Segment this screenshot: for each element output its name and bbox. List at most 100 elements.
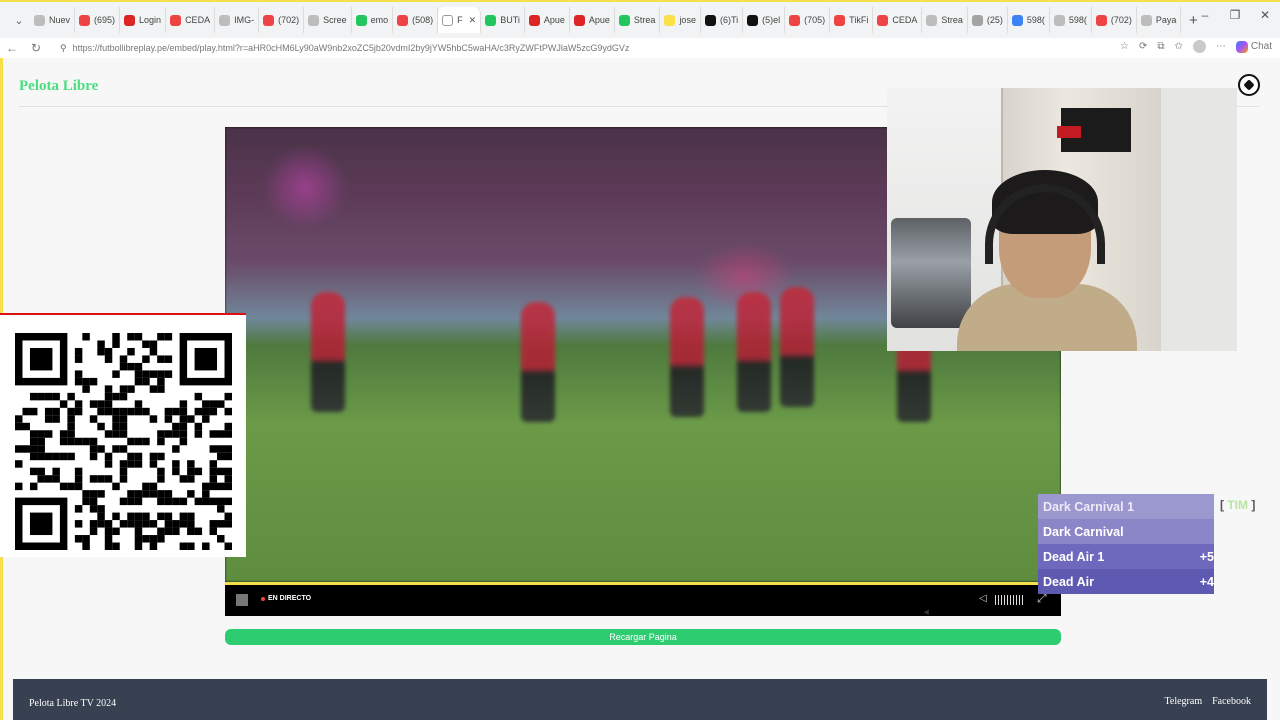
qr-module xyxy=(202,490,210,498)
qr-module xyxy=(119,475,128,483)
browser-tab[interactable]: 598( xyxy=(1050,7,1092,33)
qr-module xyxy=(224,520,232,528)
browser-tab[interactable]: Apue xyxy=(525,7,570,33)
browser-tab[interactable]: CEDA xyxy=(873,7,923,33)
bookmark-star-icon[interactable]: ☆ xyxy=(1120,41,1129,52)
qr-module xyxy=(89,520,98,528)
qr-module xyxy=(164,527,173,536)
refresh-extension-icon[interactable]: ⟳ xyxy=(1139,41,1147,52)
qr-module xyxy=(142,437,150,446)
browser-tab[interactable]: jose xyxy=(660,7,701,33)
qr-module xyxy=(164,415,173,423)
copilot-chat-button[interactable]: Chat xyxy=(1235,40,1272,53)
qr-module xyxy=(179,430,188,438)
qr-module xyxy=(119,415,128,423)
qr-module xyxy=(172,407,180,416)
qr-module xyxy=(119,430,128,438)
site-logo-text[interactable]: Pelota Libre xyxy=(19,78,98,95)
qr-module xyxy=(15,460,23,468)
browser-tab[interactable]: Apue xyxy=(570,7,615,33)
qr-module xyxy=(104,475,113,483)
qr-module xyxy=(179,400,188,408)
omnibox[interactable]: ⚲ https://futbollibreplay.pe/embed/play.… xyxy=(60,39,1120,57)
reload-icon[interactable]: ↻ xyxy=(24,41,48,55)
browser-tab[interactable]: Login xyxy=(120,7,167,33)
footer-link-telegram[interactable]: Telegram xyxy=(1164,696,1202,707)
qr-module xyxy=(74,505,83,513)
restore-icon[interactable]: ❐ xyxy=(1220,8,1250,22)
browser-tab[interactable]: (508) xyxy=(393,7,439,33)
qr-module xyxy=(157,377,165,386)
close-tab-icon[interactable]: ✕ xyxy=(469,15,477,26)
browser-tab[interactable]: F ✕ xyxy=(438,7,482,33)
qr-module xyxy=(82,437,90,446)
stop-icon[interactable] xyxy=(236,594,248,606)
chat-label: Chat xyxy=(1250,41,1272,52)
qr-module xyxy=(52,452,60,461)
qr-module xyxy=(74,520,83,528)
browser-tab[interactable]: BUTi xyxy=(481,7,525,33)
tab-label: 598( xyxy=(1068,15,1087,25)
reload-page-button[interactable]: Recargar Pagina xyxy=(225,629,1061,645)
browser-tab[interactable]: (702) xyxy=(259,7,305,33)
browser-tab[interactable]: Nuev xyxy=(30,7,76,33)
volume-slider[interactable] xyxy=(995,595,1023,605)
tab-favicon-icon xyxy=(1011,14,1023,26)
qr-module xyxy=(149,347,158,356)
browser-tab[interactable]: Paya xyxy=(1137,7,1182,33)
qr-module xyxy=(89,497,98,506)
browser-tab[interactable]: Scree xyxy=(304,7,352,33)
browser-tab[interactable]: TikFi xyxy=(830,7,874,33)
url-text[interactable]: https://futbollibreplay.pe/embed/play.ht… xyxy=(73,43,630,53)
qr-module xyxy=(119,392,128,401)
qr-module xyxy=(112,430,120,438)
browser-tab[interactable]: (5)el xyxy=(743,7,786,33)
footer-link-facebook[interactable]: Facebook xyxy=(1212,696,1251,707)
browser-tab[interactable]: (695) xyxy=(75,7,121,33)
video-figure xyxy=(521,302,555,422)
tab-search-icon[interactable]: ⌄ xyxy=(8,14,30,27)
volume-icon[interactable]: ◁ xyxy=(979,593,987,604)
profile-avatar[interactable] xyxy=(1192,40,1206,53)
live-indicator: EN DIRECTO xyxy=(261,595,311,602)
qr-module xyxy=(127,512,135,521)
qr-module xyxy=(157,385,165,393)
qr-module xyxy=(172,497,180,506)
browser-tab[interactable]: (25) xyxy=(968,7,1008,33)
browser-tab[interactable]: (702) xyxy=(1092,7,1137,33)
qr-module xyxy=(89,445,98,453)
tab-label: Scree xyxy=(323,15,347,25)
browser-tab[interactable]: (705) xyxy=(785,7,831,33)
qr-module xyxy=(157,467,165,476)
qr-module xyxy=(164,407,173,416)
qr-module xyxy=(142,355,150,363)
tab-label: (702) xyxy=(1110,15,1132,25)
qr-module xyxy=(134,497,143,506)
browser-tab[interactable]: Strea xyxy=(615,7,661,33)
browser-tab[interactable]: IMG- xyxy=(215,7,260,33)
qr-module xyxy=(112,542,120,550)
extensions-icon[interactable]: ⧉ xyxy=(1157,41,1164,52)
back-icon[interactable]: ← xyxy=(0,41,24,55)
minimize-icon[interactable]: – xyxy=(1190,8,1220,22)
address-bar-row: ← ↻ ⚲ https://futbollibreplay.pe/embed/p… xyxy=(0,38,1280,58)
qr-module xyxy=(149,520,158,528)
qr-module xyxy=(142,340,150,348)
site-info-icon[interactable]: ⚲ xyxy=(60,43,67,54)
browser-tab[interactable]: CEDA xyxy=(166,7,216,33)
qr-module xyxy=(217,482,225,491)
qr-module xyxy=(179,520,188,528)
qr-module xyxy=(142,535,150,543)
qr-module xyxy=(104,407,113,416)
browser-tab[interactable]: 598( xyxy=(1008,7,1050,33)
qr-module xyxy=(67,407,75,416)
qr-module xyxy=(142,407,150,416)
favorites-icon[interactable]: ✩ xyxy=(1174,41,1182,52)
leaderboard-name: Dead Air 1 xyxy=(1043,549,1105,564)
browser-tab[interactable]: emo xyxy=(352,7,394,33)
browser-tab[interactable]: Strea xyxy=(922,7,968,33)
browser-tab[interactable]: (6)Ti xyxy=(701,7,744,33)
qr-module xyxy=(202,407,210,416)
menu-icon[interactable]: ⋯ xyxy=(1216,41,1226,52)
close-window-icon[interactable]: ✕ xyxy=(1250,8,1280,22)
